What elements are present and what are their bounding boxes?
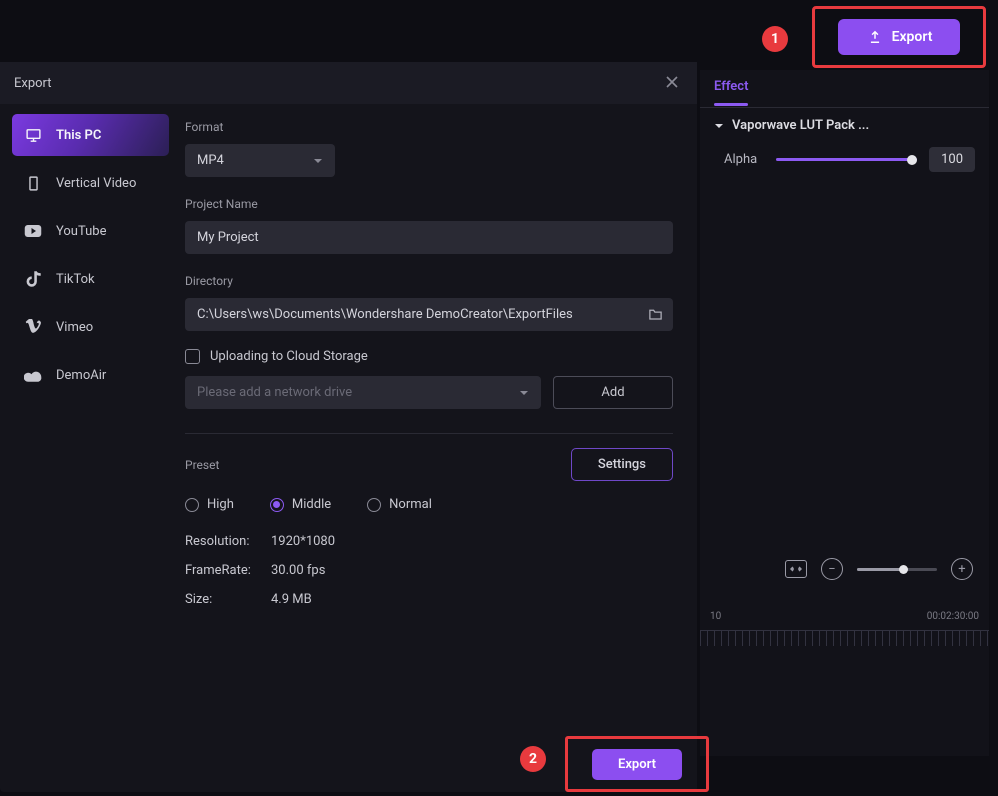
radio-label: High: [207, 497, 234, 512]
preset-label: Preset: [185, 458, 219, 472]
sidebar-item-youtube[interactable]: YouTube: [12, 210, 169, 252]
alpha-track: [776, 158, 917, 161]
drive-placeholder: Please add a network drive: [197, 385, 352, 400]
vimeo-icon: [24, 318, 42, 336]
preset-high[interactable]: High: [185, 497, 234, 512]
phone-icon: [24, 174, 42, 192]
sidebar-item-label: Vimeo: [56, 320, 93, 335]
sidebar-item-vertical-video[interactable]: Vertical Video: [12, 162, 169, 204]
radio-icon: [270, 498, 284, 512]
directory-input[interactable]: [185, 298, 673, 331]
format-label: Format: [185, 120, 673, 134]
resolution-value: 1920*1080: [271, 534, 673, 549]
radio-label: Normal: [389, 497, 432, 512]
alpha-thumb[interactable]: [907, 155, 917, 165]
monitor-icon: [24, 126, 42, 144]
sidebar-item-label: YouTube: [56, 224, 107, 239]
add-drive-button[interactable]: Add: [553, 376, 673, 409]
sidebar-item-tiktok[interactable]: TikTok: [12, 258, 169, 300]
alpha-label: Alpha: [724, 152, 764, 167]
radio-icon: [185, 498, 199, 512]
sidebar-item-vimeo[interactable]: Vimeo: [12, 306, 169, 348]
project-name-label: Project Name: [185, 197, 673, 211]
timeline-controls: − +: [700, 548, 989, 590]
sidebar-item-label: This PC: [56, 128, 101, 143]
fit-icon[interactable]: [785, 560, 807, 578]
zoom-out-icon[interactable]: −: [821, 558, 843, 580]
upload-cloud-label: Uploading to Cloud Storage: [210, 349, 368, 364]
top-export-button[interactable]: Export: [838, 19, 961, 55]
sidebar-item-label: TikTok: [56, 272, 95, 287]
chevron-down-icon: [714, 121, 724, 131]
framerate-label: FrameRate:: [185, 563, 271, 578]
zoom-in-icon[interactable]: +: [951, 558, 973, 580]
radio-icon: [367, 498, 381, 512]
close-icon: [666, 76, 678, 88]
export-sidebar: This PC Vertical Video YouTube TikTok Vi…: [0, 104, 175, 792]
callout-badge-2: 2: [520, 746, 546, 772]
project-name-input[interactable]: [185, 221, 673, 254]
modal-header: Export: [0, 62, 697, 104]
callout-badge-1: 1: [762, 26, 788, 52]
radio-label: Middle: [292, 497, 331, 512]
settings-button[interactable]: Settings: [571, 448, 673, 481]
alpha-slider[interactable]: [776, 153, 917, 167]
resolution-label: Resolution:: [185, 534, 271, 549]
top-export-highlight: Export: [812, 6, 986, 68]
tiktok-icon: [24, 270, 42, 288]
format-value: MP4: [197, 153, 224, 168]
timeline-ticks: [700, 630, 989, 646]
chevron-down-icon: [313, 153, 323, 168]
timeline-ruler: 10 00:02:30:00: [700, 607, 989, 626]
chevron-down-icon: [519, 385, 529, 400]
directory-label: Directory: [185, 274, 673, 288]
format-select[interactable]: MP4: [185, 144, 335, 177]
preset-normal[interactable]: Normal: [367, 497, 432, 512]
bottom-export-highlight: Export: [565, 736, 709, 792]
effect-body: Vaporwave LUT Pack ... Alpha 100: [700, 108, 989, 182]
youtube-icon: [24, 222, 42, 240]
upload-cloud-checkbox[interactable]: [185, 349, 200, 364]
size-label: Size:: [185, 592, 271, 607]
preset-radio-group: High Middle Normal: [185, 497, 673, 512]
top-export-label: Export: [892, 29, 933, 45]
effect-tab-row: Effect: [700, 70, 989, 108]
preset-middle[interactable]: Middle: [270, 497, 331, 512]
framerate-value: 30.00 fps: [271, 563, 673, 578]
cloud-icon: [24, 366, 42, 384]
modal-title: Export: [14, 76, 52, 91]
close-button[interactable]: [661, 72, 683, 94]
alpha-control-row: Alpha 100: [714, 147, 975, 172]
sidebar-item-this-pc[interactable]: This PC: [12, 114, 169, 156]
divider: [185, 433, 673, 434]
ruler-right: 00:02:30:00: [927, 611, 979, 622]
sidebar-item-demoair[interactable]: DemoAir: [12, 354, 169, 396]
spec-grid: Resolution: 1920*1080 FrameRate: 30.00 f…: [185, 534, 673, 607]
modal-body: This PC Vertical Video YouTube TikTok Vi…: [0, 104, 697, 792]
tab-effect[interactable]: Effect: [714, 79, 748, 98]
ruler-left: 10: [710, 611, 721, 622]
export-main: Format MP4 Project Name Directory Upload…: [175, 104, 697, 792]
size-value: 4.9 MB: [271, 592, 673, 607]
folder-icon[interactable]: [648, 305, 663, 324]
sidebar-item-label: Vertical Video: [56, 176, 136, 191]
effect-panel: Effect Vaporwave LUT Pack ... Alpha 100: [700, 70, 989, 756]
bottom-export-button[interactable]: Export: [592, 749, 682, 780]
upload-cloud-row: Uploading to Cloud Storage: [185, 349, 673, 364]
alpha-value[interactable]: 100: [929, 147, 975, 172]
sidebar-item-label: DemoAir: [56, 368, 106, 383]
effect-section-title: Vaporwave LUT Pack ...: [732, 118, 869, 133]
export-icon: [866, 28, 884, 46]
network-drive-select[interactable]: Please add a network drive: [185, 376, 541, 409]
zoom-slider[interactable]: [857, 568, 937, 571]
export-modal: Export This PC Vertical Video YouTube Ti…: [0, 62, 697, 792]
effect-section-header[interactable]: Vaporwave LUT Pack ...: [714, 118, 975, 133]
